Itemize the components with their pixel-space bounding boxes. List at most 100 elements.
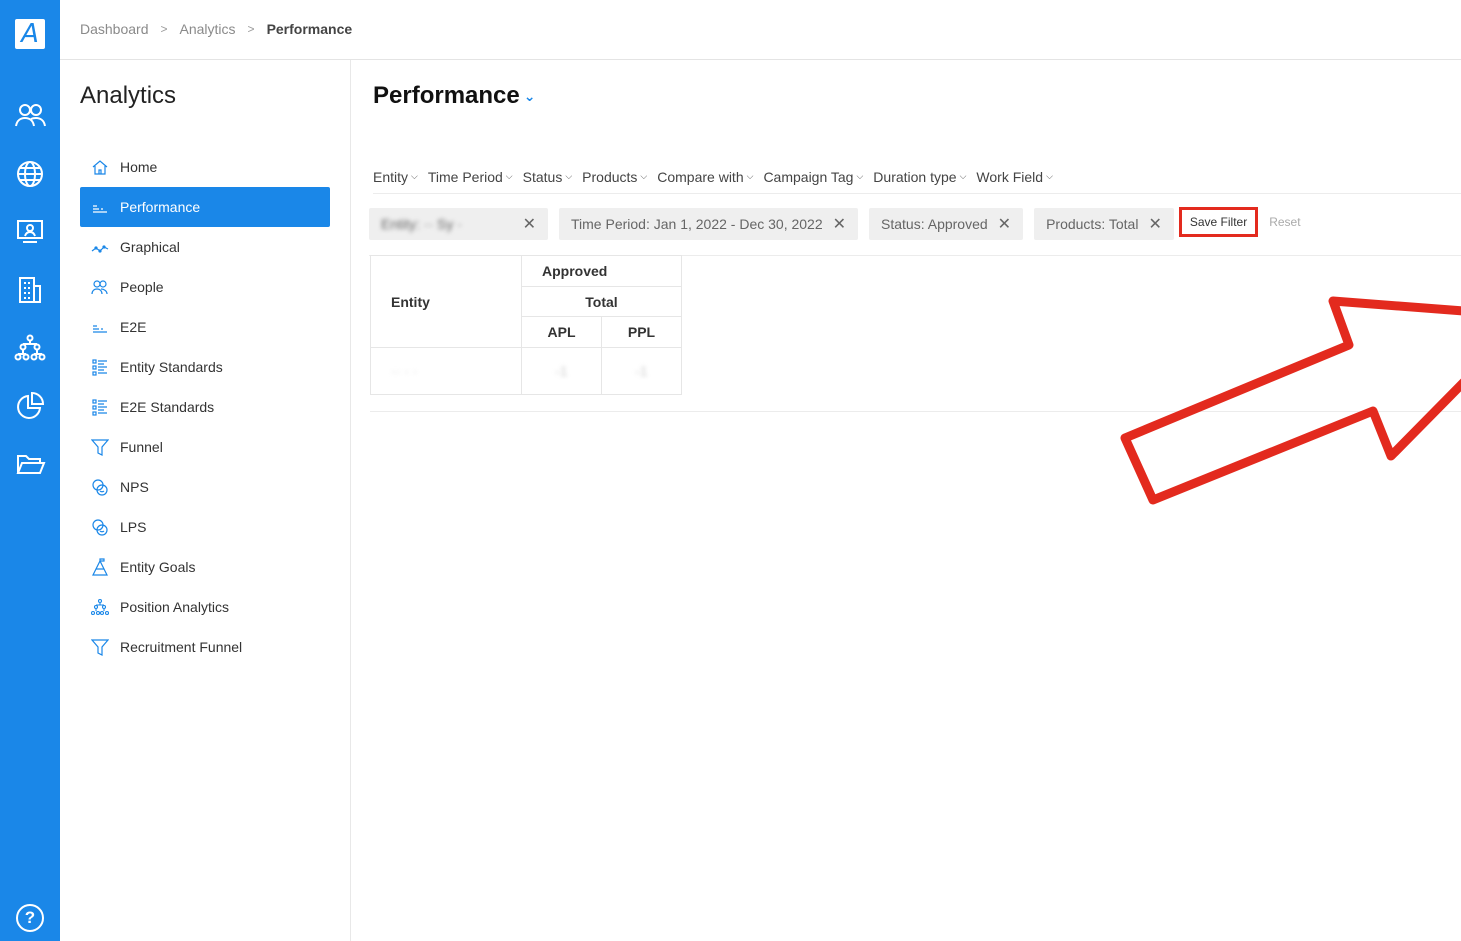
filter-entity[interactable]: Entity ⌵ — [373, 169, 418, 185]
chevron-down-icon: ⌵ — [959, 171, 967, 181]
smiley-icon — [90, 517, 110, 537]
funnel-icon — [90, 637, 110, 657]
filter-products[interactable]: Products ⌵ — [582, 169, 647, 185]
sidebar-item-label: People — [120, 279, 164, 295]
sidebar-item-graphical[interactable]: Graphical — [80, 227, 330, 267]
filter-label: Campaign Tag — [763, 168, 854, 185]
column-header-ppl[interactable]: PPL — [601, 316, 682, 348]
filter-campaign-tag[interactable]: Campaign Tag ⌵ — [763, 169, 863, 185]
breadcrumb-dashboard[interactable]: Dashboard — [80, 21, 149, 37]
sidebar-item-position-analytics[interactable]: Position Analytics — [80, 587, 330, 627]
page-title-dropdown[interactable]: Performance ⌄ — [373, 82, 535, 110]
sidenav-title: Analytics — [80, 82, 177, 109]
filter-time-period[interactable]: Time Period ⌵ — [428, 169, 513, 185]
sidebar-item-label: E2E Standards — [120, 399, 215, 415]
bars-icon — [90, 317, 110, 337]
column-header-apl[interactable]: APL — [521, 316, 602, 348]
chevron-down-icon: ⌵ — [565, 171, 573, 181]
filter-label: Time Period — [427, 168, 503, 185]
sidebar-item-label: E2E — [120, 319, 147, 335]
sidebar-item-entity-goals[interactable]: Entity Goals — [80, 547, 330, 587]
breadcrumb-analytics[interactable]: Analytics — [180, 21, 236, 37]
sidebar-item-entity-standards[interactable]: Entity Standards — [80, 347, 330, 387]
people-icon — [90, 277, 110, 297]
chip-status: Status: Approved ✕ — [869, 208, 1024, 240]
entity-header[interactable]: Entity — [370, 255, 522, 348]
breadcrumb: Dashboard > Analytics > Performance — [80, 21, 352, 37]
sidebar-item-label: Recruitment Funnel — [120, 639, 243, 655]
performance-table: Entity Approved Total APL PPL ·· · · -1 … — [370, 255, 682, 395]
sidebar-item-people[interactable]: People — [80, 267, 330, 307]
checklist-icon — [90, 357, 110, 377]
chip-time-period: Time Period: Jan 1, 2022 - Dec 30, 2022 … — [559, 208, 859, 240]
chevron-down-icon: ⌵ — [411, 171, 418, 181]
app-logo[interactable]: A — [15, 19, 45, 49]
sidebar-item-label: Entity Goals — [120, 559, 196, 575]
chevron-down-icon: ⌵ — [856, 171, 864, 181]
filter-label: Work Field — [976, 168, 1044, 185]
line-graph-icon — [90, 237, 110, 257]
close-icon[interactable]: ✕ — [833, 214, 846, 234]
sidebar-item-recruitment-funnel[interactable]: Recruitment Funnel — [80, 627, 330, 667]
filter-label: Products — [582, 168, 638, 185]
folder-icon[interactable] — [12, 446, 48, 482]
sidebar-item-label: Performance — [120, 199, 201, 215]
filter-bar: Entity ⌵ Time Period ⌵ Status ⌵ Products ⌵ C… — [373, 160, 1461, 194]
sidebar-item-label: NPS — [120, 479, 149, 495]
filter-compare-with[interactable]: Compare with ⌵ — [657, 169, 753, 185]
page-title: Performance — [373, 82, 520, 109]
top-bar: Dashboard > Analytics > Performance — [60, 0, 1461, 60]
sidebar-item-label: Home — [120, 159, 158, 175]
filter-work-field[interactable]: Work Field ⌵ — [976, 169, 1052, 185]
save-filter-button[interactable]: Save Filter — [1178, 206, 1259, 237]
filter-status[interactable]: Status ⌵ — [523, 169, 573, 185]
funnel-icon — [90, 437, 110, 457]
sidebar-item-label: Entity Standards — [120, 359, 223, 375]
people-icon[interactable] — [12, 97, 48, 133]
close-icon[interactable]: ✕ — [998, 214, 1011, 234]
chevron-down-icon: ⌵ — [1046, 171, 1053, 181]
org-chart-icon[interactable] — [12, 330, 48, 366]
smiley-icon — [90, 477, 110, 497]
pie-chart-icon[interactable] — [12, 388, 48, 424]
main-content: Performance ⌄ Entity ⌵ Time Period ⌵ Statu… — [351, 60, 1461, 941]
sidebar-item-e2e[interactable]: E2E — [80, 307, 330, 347]
org-chart-icon — [90, 597, 110, 617]
sidebar-item-label: LPS — [120, 519, 147, 535]
close-icon[interactable]: ✕ — [523, 214, 536, 234]
goal-icon — [90, 557, 110, 577]
chevron-right-icon: > — [160, 22, 168, 36]
chevron-down-icon: ⌵ — [640, 171, 648, 181]
chip-label: Status: Approved — [881, 216, 988, 232]
close-icon[interactable]: ✕ — [1148, 214, 1161, 234]
building-icon[interactable] — [12, 272, 48, 308]
sidebar-item-funnel[interactable]: Funnel — [80, 427, 330, 467]
chip-label: Products: Total — [1046, 216, 1139, 232]
sidebar-item-nps[interactable]: NPS — [80, 467, 330, 507]
filter-label: Compare with — [657, 168, 744, 185]
presentation-icon[interactable] — [12, 213, 48, 249]
sidebar-item-home[interactable]: Home — [80, 147, 330, 187]
filter-duration-type[interactable]: Duration type ⌵ — [873, 169, 966, 185]
filter-label: Duration type — [873, 168, 957, 185]
app-rail: A ? — [0, 0, 60, 941]
sidebar-item-e2e-standards[interactable]: E2E Standards — [80, 387, 330, 427]
analytics-sidenav: Analytics Home Performance Graphical Peo… — [60, 60, 351, 941]
help-button[interactable]: ? — [16, 904, 44, 932]
row-entity[interactable]: ·· · · — [370, 347, 522, 395]
globe-icon[interactable] — [12, 156, 48, 192]
sidebar-item-performance[interactable]: Performance — [80, 187, 330, 227]
breadcrumb-performance: Performance — [266, 21, 353, 37]
annotation-arrow — [1120, 296, 1461, 505]
chip-label: Entity: ·· Sy · — [381, 216, 462, 232]
home-icon — [90, 157, 110, 177]
chip-label: Time Period: Jan 1, 2022 - Dec 30, 2022 — [571, 216, 823, 232]
filter-label: Entity — [373, 168, 409, 185]
chip-products: Products: Total ✕ — [1034, 208, 1174, 240]
sidebar-item-label: Position Analytics — [120, 599, 229, 615]
sidebar-item-lps[interactable]: LPS — [80, 507, 330, 547]
sidenav-list: Home Performance Graphical People E2E En… — [80, 147, 330, 667]
reset-button[interactable]: Reset — [1269, 215, 1300, 229]
row-value-ppl: -1 — [601, 347, 682, 395]
sidebar-item-label: Graphical — [120, 239, 180, 255]
